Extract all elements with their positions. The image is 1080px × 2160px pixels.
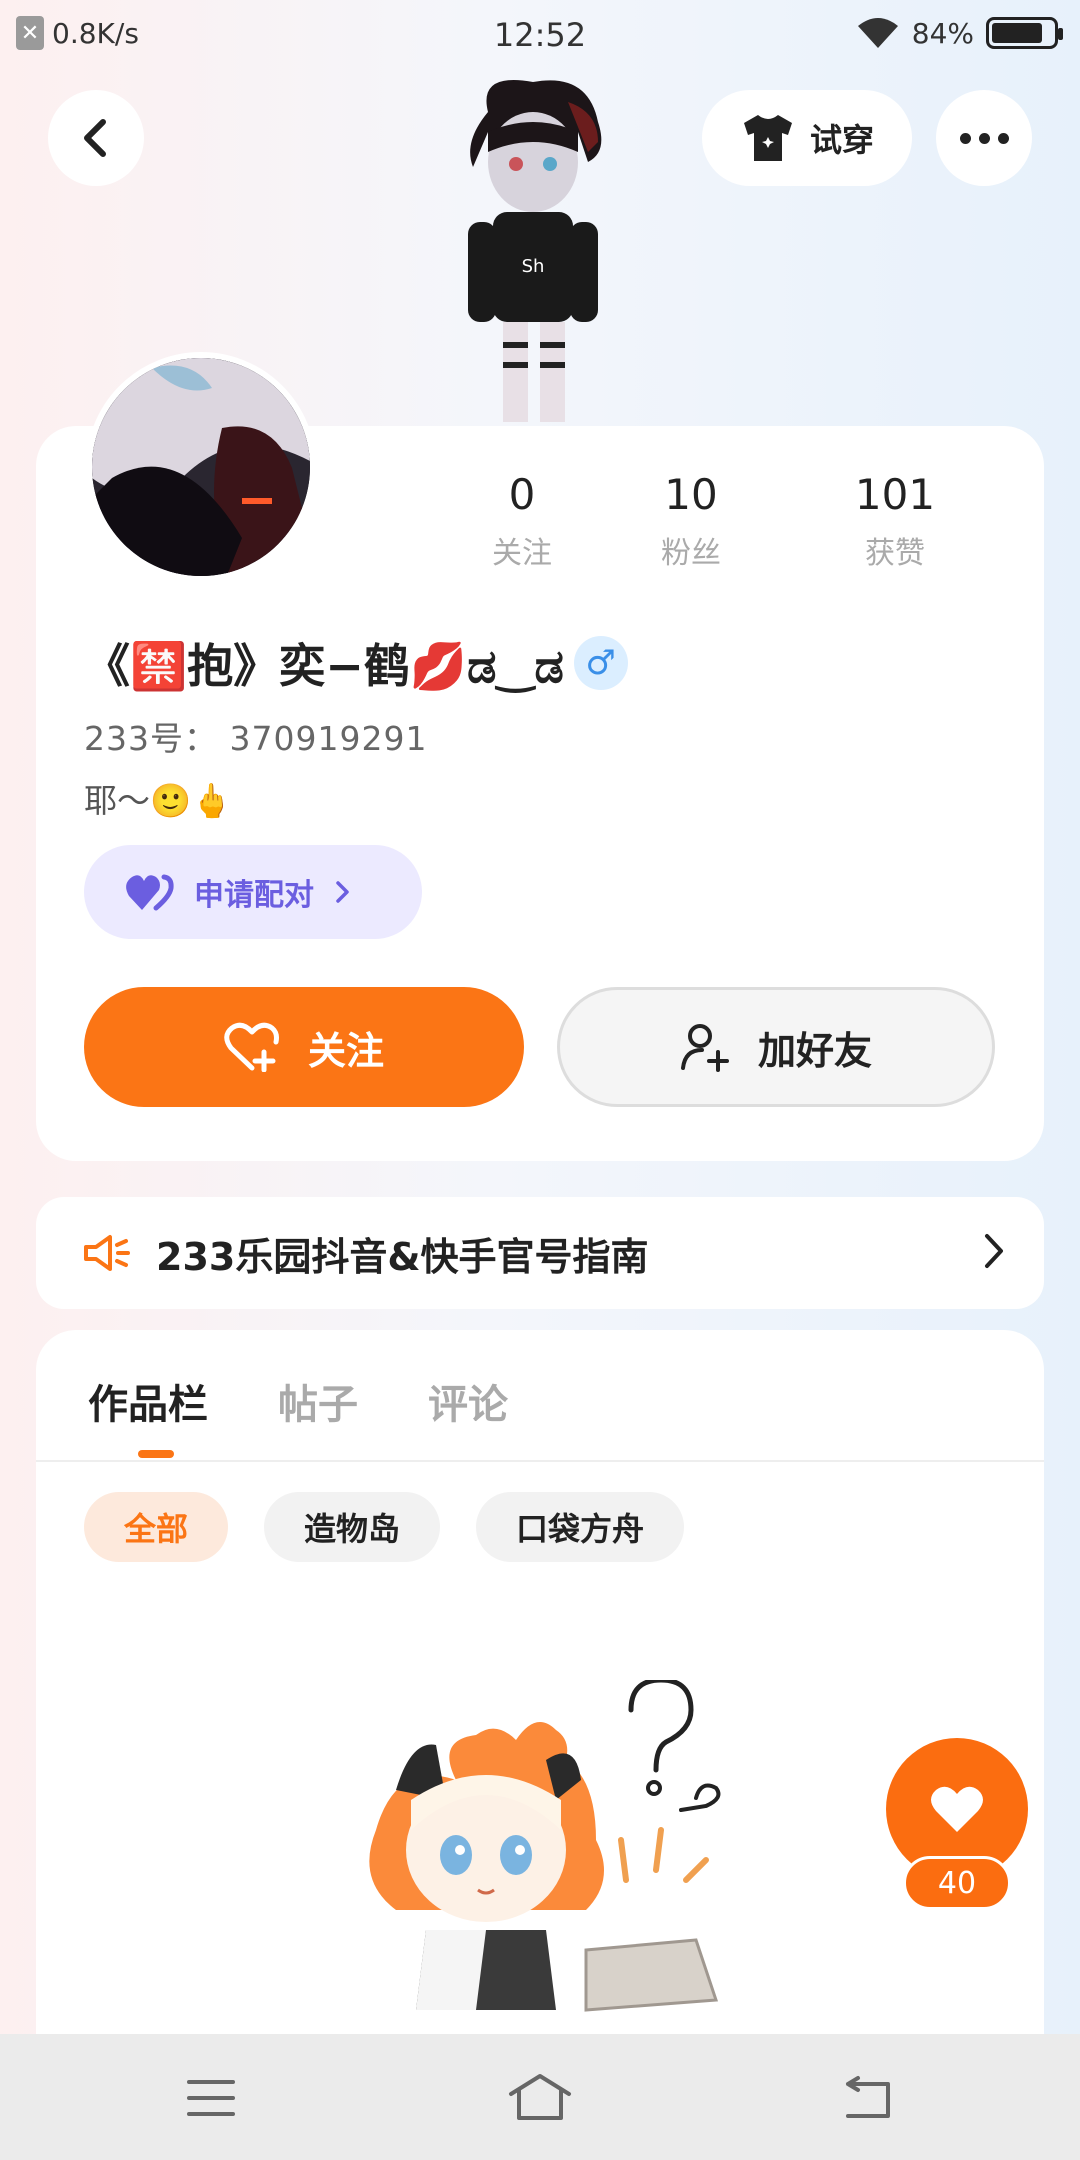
bio: 耶～🙂🖕: [84, 781, 233, 820]
battery-fill: [992, 23, 1043, 43]
status-right: 84%: [856, 16, 1063, 50]
gender-male-icon: ♂: [573, 636, 628, 690]
stat-following[interactable]: 0 关注: [455, 470, 589, 572]
nickname-row: 《🈲抱》奕−鹤💋ಡ‿ಡ ♂: [84, 630, 628, 696]
pair-request-button[interactable]: 申请配对: [84, 845, 422, 939]
stat-fans[interactable]: 10 粉丝: [589, 470, 793, 572]
follow-label: 关注: [307, 1028, 384, 1073]
tab-posts[interactable]: 帖子: [278, 1372, 358, 1430]
try-on-button[interactable]: 试穿: [702, 90, 912, 186]
stat-value: 101: [854, 470, 936, 519]
system-nav-bar: [0, 2034, 1080, 2160]
stat-label: 关注: [492, 536, 552, 571]
notice-card[interactable]: 233乐园抖音&快手官号指南: [36, 1197, 1044, 1309]
character-figure[interactable]: Sh: [448, 72, 618, 428]
tab-indicator: [138, 1450, 174, 1458]
notice-text: 233乐园抖音&快手官号指南: [156, 1234, 649, 1279]
follow-button[interactable]: 关注: [84, 987, 524, 1107]
double-heart-icon: [126, 874, 174, 911]
stat-value: 10: [664, 470, 718, 519]
stat-label: 获赞: [865, 536, 925, 571]
svg-text:Sh: Sh: [522, 256, 545, 277]
megaphone-icon: [84, 1235, 130, 1271]
avatar[interactable]: [86, 352, 316, 582]
more-button[interactable]: [936, 90, 1032, 186]
back-icon[interactable]: [838, 2070, 898, 2126]
heart-icon: [931, 1786, 983, 1832]
chip-all[interactable]: 全部: [84, 1492, 229, 1562]
chip-creation-island[interactable]: 造物岛: [264, 1492, 441, 1562]
chip-pocket-ark[interactable]: 口袋方舟: [476, 1492, 685, 1562]
battery-percent: 84%: [911, 16, 974, 50]
status-bar: ✕ 0.8K/s 12:52 84%: [0, 0, 1080, 72]
filter-chips: 全部 造物岛 口袋方舟: [84, 1492, 685, 1562]
wifi-icon: [857, 18, 898, 48]
stat-label: 粉丝: [661, 536, 721, 571]
add-friend-button[interactable]: 加好友: [557, 987, 995, 1107]
more-dots-icon: [959, 132, 1009, 144]
back-button[interactable]: [48, 90, 144, 186]
chevron-right-icon: [336, 881, 349, 903]
stat-value: 0: [508, 470, 536, 519]
try-on-label: 试穿: [809, 121, 874, 159]
tshirt-icon: [743, 115, 792, 161]
add-friend-label: 加好友: [757, 1028, 872, 1073]
back-arrow-icon: [84, 119, 106, 157]
add-user-icon: [680, 1024, 729, 1072]
heart-plus-icon: [224, 1022, 279, 1072]
tabs-divider: [36, 1460, 1044, 1462]
tabs: 作品栏 帖子 评论: [88, 1372, 508, 1430]
chevron-right-icon: [985, 1234, 1003, 1268]
nickname: 《🈲抱》奕−鹤💋ಡ‿ಡ: [84, 639, 564, 693]
menu-icon[interactable]: [181, 2070, 241, 2126]
stat-likes[interactable]: 101 获赞: [793, 470, 997, 572]
tab-works[interactable]: 作品栏: [88, 1372, 208, 1430]
home-icon[interactable]: [505, 2070, 575, 2126]
pair-label: 申请配对: [194, 878, 314, 913]
battery-icon: [986, 17, 1063, 49]
stats-row: 0 关注 10 粉丝 101 获赞: [455, 470, 1005, 572]
tab-comments[interactable]: 评论: [428, 1372, 508, 1430]
user-id[interactable]: 233号： 370919291: [84, 712, 427, 760]
like-count-badge: 40: [903, 1856, 1011, 1910]
